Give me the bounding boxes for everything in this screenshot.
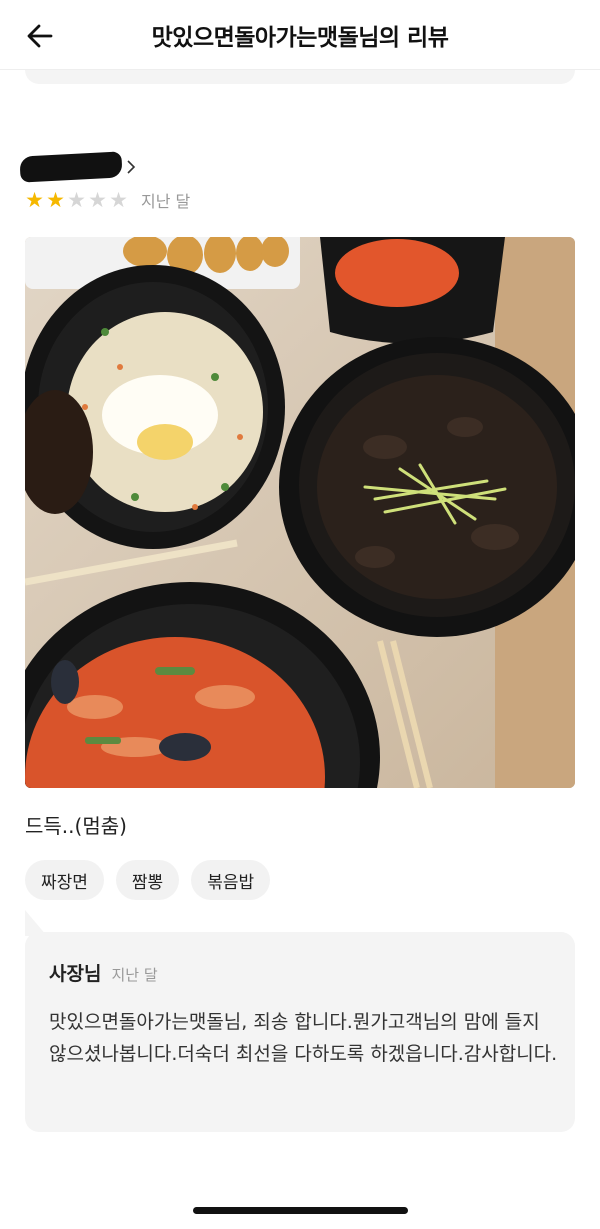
star-filled-icon: ★ (25, 188, 44, 212)
menu-tag[interactable]: 짜장면 (25, 860, 104, 900)
owner-reply-text: 맛있으면돌아가는맷돌님, 죄송 합니다.뭔가고객님의 맘에 들지 않으셨나봅니다… (49, 1011, 558, 1065)
review-photo[interactable] (25, 237, 575, 788)
review-comment: 드득..(멈춤) (25, 814, 127, 838)
star-empty-icon: ★ (109, 188, 128, 212)
owner-reply-date: 지난 달 (111, 966, 158, 984)
chevron-right-icon (127, 160, 136, 174)
menu-tag[interactable]: 짬뽕 (115, 860, 180, 900)
previous-card-edge (25, 70, 575, 84)
redacted-reviewer-name (19, 151, 123, 183)
food-photo-illustration (25, 237, 575, 788)
page-title: 맛있으면돌아가는맷돌님의 리뷰 (151, 24, 449, 51)
star-empty-icon: ★ (88, 188, 107, 212)
app-header: 맛있으면돌아가는맷돌님의 리뷰 (0, 0, 600, 70)
home-indicator[interactable] (193, 1207, 408, 1214)
review-date: 지난 달 (141, 192, 191, 211)
reviewer-profile-link[interactable] (19, 150, 140, 184)
owner-reply-panel: 사장님 지난 달 맛있으면돌아가는맷돌님, 죄송 합니다.뭔가고객님의 맘에 들… (25, 932, 575, 1132)
menu-tag[interactable]: 볶음밥 (191, 860, 271, 900)
menu-tags: 짜장면 짬뽕 볶음밥 (25, 860, 271, 900)
owner-reply-header: 사장님 지난 달 (49, 959, 158, 986)
left-arrow-icon (27, 24, 53, 48)
star-empty-icon: ★ (67, 188, 86, 212)
star-filled-icon: ★ (46, 188, 65, 212)
back-button[interactable] (22, 18, 58, 54)
owner-name: 사장님 (49, 963, 102, 985)
star-rating: ★ ★ ★ ★ ★ 지난 달 (24, 188, 190, 212)
